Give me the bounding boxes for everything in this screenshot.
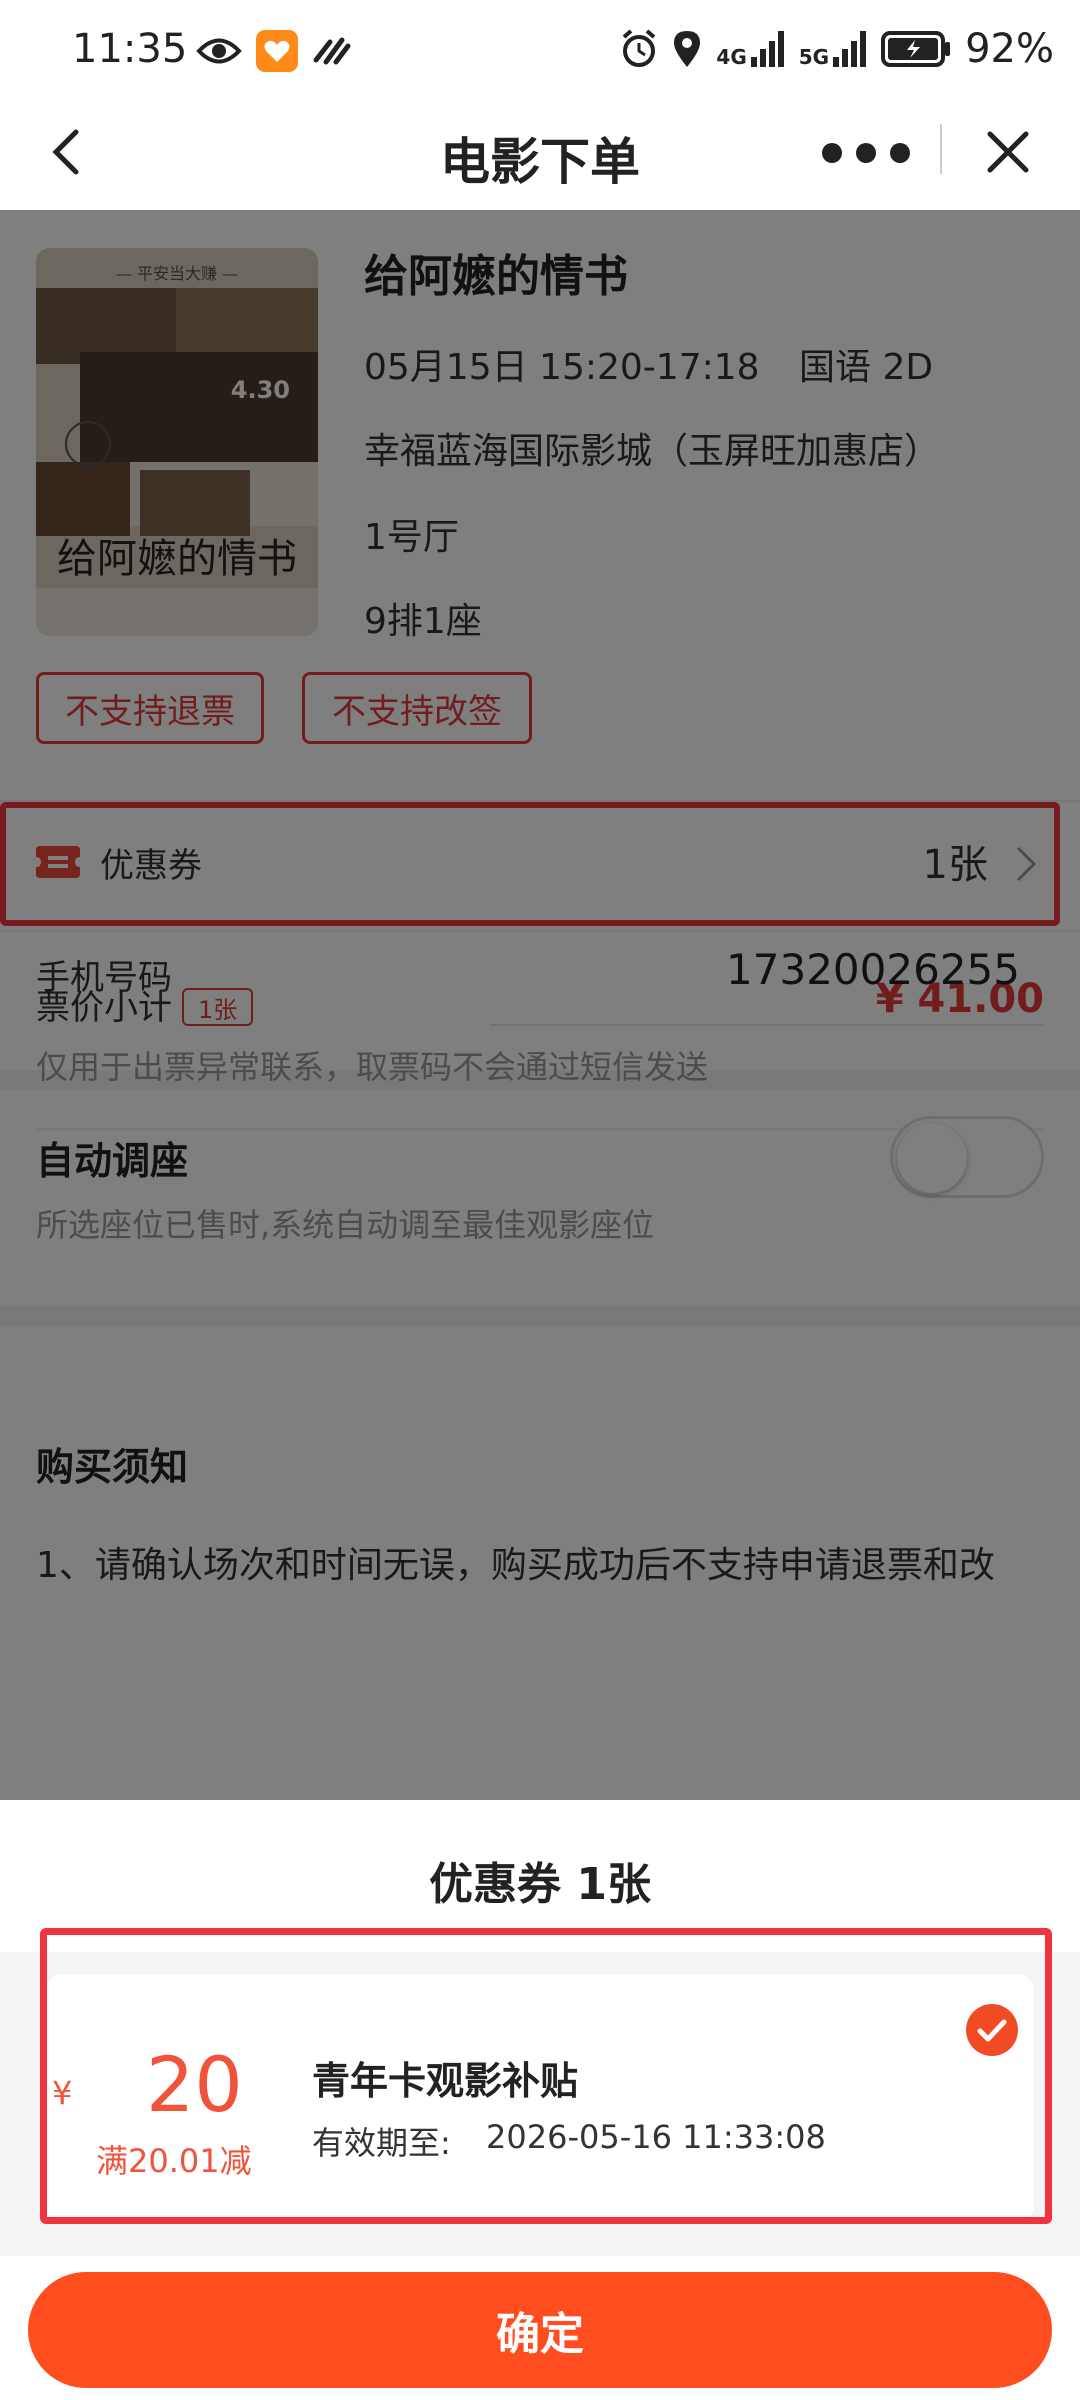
pay-icon: [313, 37, 351, 65]
battery-percent: 92%: [965, 26, 1054, 72]
coupon-expiry: 2026-05-16 11:33:08: [486, 2118, 826, 2156]
confirm-button[interactable]: 确定: [28, 2272, 1052, 2388]
coupon-amount: 20: [146, 2040, 243, 2129]
status-right-icons: 4G 5G 92%: [620, 26, 1054, 72]
status-left-icons: [196, 30, 352, 72]
eye-icon: [196, 38, 242, 64]
more-icon[interactable]: [822, 128, 952, 178]
status-bar: 11:35 4G 5G 92%: [0, 0, 1080, 100]
signal-icon: [750, 31, 784, 67]
battery-icon: [881, 31, 951, 67]
signal-5g: 5G: [799, 31, 867, 67]
app-heart-icon: [256, 30, 298, 72]
checkmark-icon: [977, 2019, 1007, 2042]
coupon-sheet: 优惠券 1张 ¥ 20 满20.01减 青年卡观影补贴 有效期至: 2026-0…: [0, 1800, 1080, 2400]
check-icon[interactable]: [966, 2004, 1018, 2056]
location-icon: [674, 31, 701, 67]
signal-4g: 4G: [716, 31, 784, 67]
close-icon[interactable]: [980, 124, 1036, 180]
status-time: 11:35: [72, 26, 188, 72]
coupon-condition: 满20.01减: [96, 2142, 252, 2180]
nav-bar: 电影下单: [0, 100, 1080, 210]
nav-divider: [940, 124, 942, 174]
sheet-title: 优惠券 1张: [429, 1859, 651, 1910]
alarm-icon: [623, 29, 656, 67]
signal-icon: [833, 31, 867, 67]
coupon-expiry-label: 有效期至:: [312, 2124, 451, 2162]
modal-overlay[interactable]: [0, 210, 1080, 1800]
coupon-currency: ¥: [52, 2074, 73, 2112]
coupon-name: 青年卡观影补贴: [312, 2059, 579, 2103]
